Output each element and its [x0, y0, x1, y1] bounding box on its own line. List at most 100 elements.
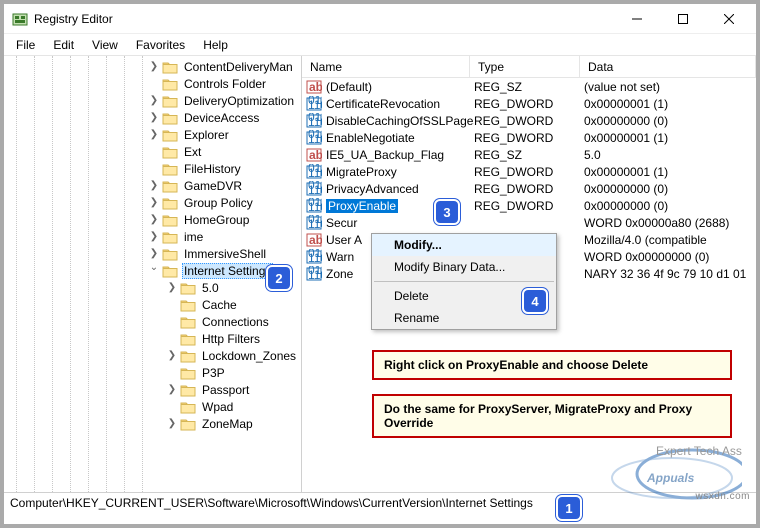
tree-item[interactable]: ❯ DeliveryOptimization	[4, 92, 301, 109]
value-row[interactable]: ab(Default)REG_SZ(value not set)	[302, 78, 756, 95]
expander-icon[interactable]	[166, 401, 178, 413]
maximize-button[interactable]	[660, 5, 706, 33]
value-type: REG_DWORD	[474, 114, 584, 128]
expander-icon[interactable]	[148, 163, 160, 175]
reg-dword-icon: 011110	[306, 215, 322, 231]
value-row[interactable]: 011110PrivacyAdvancedREG_DWORD0x00000000…	[302, 180, 756, 197]
tree-item[interactable]: ❯GameDVR	[4, 177, 301, 194]
tree-item[interactable]: Cache	[4, 296, 301, 313]
value-row[interactable]: 011110EnableNegotiateREG_DWORD0x00000001…	[302, 129, 756, 146]
value-name: IE5_UA_Backup_Flag	[326, 148, 474, 162]
tree-item[interactable]: P3P	[4, 364, 301, 381]
folder-icon	[162, 60, 178, 74]
svg-text:110: 110	[308, 166, 322, 180]
tree-label: Group Policy	[182, 196, 255, 210]
col-name[interactable]: Name	[302, 56, 470, 77]
tree-item[interactable]: ❯ Explorer	[4, 126, 301, 143]
expander-icon[interactable]	[166, 333, 178, 345]
ctx-modify[interactable]: Modify...	[372, 234, 556, 256]
expander-icon[interactable]	[166, 367, 178, 379]
value-row[interactable]: 011110CertificateRevocationREG_DWORD0x00…	[302, 95, 756, 112]
tree-label: ContentDeliveryMan	[182, 60, 295, 74]
folder-icon	[162, 77, 178, 91]
tree-item[interactable]: ❯ime	[4, 228, 301, 245]
tree-label: DeliveryOptimization	[182, 94, 296, 108]
tree-label: Explorer	[182, 128, 231, 142]
tree-item[interactable]: Wpad	[4, 398, 301, 415]
value-data: WORD 0x00000a80 (2688)	[584, 216, 756, 230]
window-title: Registry Editor	[34, 12, 614, 26]
tree-item[interactable]: ❯HomeGroup	[4, 211, 301, 228]
folder-icon	[162, 264, 178, 278]
value-row[interactable]: 011110DisableCachingOfSSLPagesREG_DWORD0…	[302, 112, 756, 129]
reg-sz-icon: ab	[306, 147, 322, 163]
expander-icon[interactable]: ❯	[148, 95, 160, 107]
tree-label: Wpad	[200, 400, 235, 414]
menu-file[interactable]: File	[8, 36, 43, 54]
folder-icon	[180, 281, 196, 295]
expander-icon[interactable]: ❯	[148, 112, 160, 124]
expander-icon[interactable]	[166, 316, 178, 328]
expander-icon[interactable]: ❯	[148, 197, 160, 209]
value-data: 0x00000001 (1)	[584, 131, 756, 145]
expander-icon[interactable]	[148, 78, 160, 90]
tree-item[interactable]: Ext	[4, 143, 301, 160]
tree-item[interactable]: ❯ImmersiveShell	[4, 245, 301, 262]
menu-view[interactable]: View	[84, 36, 126, 54]
tree-item[interactable]: ❯DeviceAccess	[4, 109, 301, 126]
registry-tree[interactable]: ❯ ContentDeliveryManControls Folder ❯ Deliv…	[4, 56, 302, 492]
expander-icon[interactable]	[166, 299, 178, 311]
expander-icon[interactable]: ❯	[166, 282, 178, 294]
tree-item[interactable]: ❯Passport	[4, 381, 301, 398]
value-row[interactable]: 011110SecurWORD 0x00000a80 (2688)	[302, 214, 756, 231]
svg-text:110: 110	[308, 200, 322, 214]
menu-edit[interactable]: Edit	[45, 36, 82, 54]
tree-item[interactable]: Controls Folder	[4, 75, 301, 92]
svg-text:ab: ab	[309, 148, 322, 162]
expander-icon[interactable]: ⌄	[148, 262, 160, 274]
value-row[interactable]: abIE5_UA_Backup_FlagREG_SZ5.0	[302, 146, 756, 163]
tree-item[interactable]: ❯ ContentDeliveryMan	[4, 58, 301, 75]
tree-label: Http Filters	[200, 332, 262, 346]
value-name: CertificateRevocation	[326, 97, 474, 111]
value-data: NARY 32 36 4f 9c 79 10 d1 01	[584, 267, 756, 281]
value-data: 0x00000000 (0)	[584, 199, 756, 213]
tree-item[interactable]: Connections	[4, 313, 301, 330]
reg-dword-icon: 011110	[306, 249, 322, 265]
col-type[interactable]: Type	[470, 56, 580, 77]
tree-label: Lockdown_Zones	[200, 349, 298, 363]
folder-icon	[180, 349, 196, 363]
expander-icon[interactable]: ❯	[166, 384, 178, 396]
expander-icon[interactable]: ❯	[148, 61, 160, 73]
close-button[interactable]	[706, 5, 752, 33]
tree-item[interactable]: ⌄Internet Settings	[4, 262, 301, 279]
tree-item[interactable]: ❯ Lockdown_Zones	[4, 347, 301, 364]
col-data[interactable]: Data	[580, 56, 756, 77]
menu-help[interactable]: Help	[195, 36, 236, 54]
expander-icon[interactable]: ❯	[148, 129, 160, 141]
value-row[interactable]: 011110ProxyEnableREG_DWORD0x00000000 (0)	[302, 197, 756, 214]
tree-item[interactable]: ❯ Group Policy	[4, 194, 301, 211]
ctx-modify-binary[interactable]: Modify Binary Data...	[372, 256, 556, 278]
expander-icon[interactable]: ❯	[148, 248, 160, 260]
value-row[interactable]: 011110MigrateProxyREG_DWORD0x00000001 (1…	[302, 163, 756, 180]
expander-icon[interactable]: ❯	[148, 231, 160, 243]
expander-icon[interactable]: ❯	[148, 180, 160, 192]
menu-favorites[interactable]: Favorites	[128, 36, 193, 54]
folder-icon	[162, 213, 178, 227]
tree-item[interactable]: ❯ 5.0	[4, 279, 301, 296]
folder-icon	[162, 162, 178, 176]
minimize-button[interactable]	[614, 5, 660, 33]
reg-sz-icon: ab	[306, 79, 322, 95]
expander-icon[interactable]: ❯	[148, 214, 160, 226]
expander-icon[interactable]	[148, 146, 160, 158]
tree-item[interactable]: ❯ZoneMap	[4, 415, 301, 432]
expander-icon[interactable]: ❯	[166, 350, 178, 362]
tree-item[interactable]: FileHistory	[4, 160, 301, 177]
value-data: 0x00000001 (1)	[584, 97, 756, 111]
folder-icon	[162, 247, 178, 261]
tree-item[interactable]: Http Filters	[4, 330, 301, 347]
value-data: 0x00000001 (1)	[584, 165, 756, 179]
expander-icon[interactable]: ❯	[166, 418, 178, 430]
tree-label: 5.0	[200, 281, 221, 295]
